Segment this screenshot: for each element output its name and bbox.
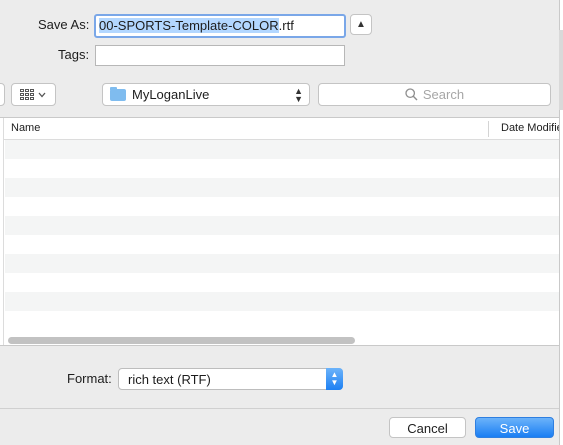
filename-selected-text: 00-SPORTS-Template-COLOR [99,18,279,33]
collapse-button[interactable]: ▲ [350,14,372,35]
footer-divider [0,408,559,409]
sidebar-toggle-button[interactable] [0,83,5,106]
sidebar-edge [0,118,4,345]
horizontal-scrollbar[interactable] [8,337,355,344]
list-header: Name Date Modified [0,118,559,140]
location-popup[interactable]: MyLoganLive ▲ ▼ [102,83,310,106]
list-row[interactable] [5,235,559,254]
location-label: MyLoganLive [132,87,210,102]
save-button[interactable]: Save [475,417,554,438]
format-selected: rich text (RTF) [128,372,211,387]
list-row[interactable] [5,292,559,311]
list-row[interactable] [5,159,559,178]
format-label: Format: [67,371,112,386]
tags-field[interactable] [95,45,345,66]
list-row[interactable] [5,178,559,197]
cancel-button[interactable]: Cancel [389,417,466,438]
filename-extension: .rtf [278,18,294,33]
filename-field[interactable]: 00-SPORTS-Template-COLOR.rtf [94,14,346,38]
list-row[interactable] [5,254,559,273]
list-row[interactable] [5,216,559,235]
search-placeholder: Search [422,87,465,102]
column-header-date-modified[interactable]: Date Modified [501,122,559,134]
chevron-up-icon: ▲ [356,19,366,30]
folder-icon [110,86,126,101]
view-mode-button[interactable] [11,83,56,106]
list-row[interactable] [5,273,559,292]
search-field[interactable]: Search [318,83,551,106]
file-list[interactable]: Name Date Modified [0,117,559,346]
save-as-label: Save As: [38,17,90,32]
up-down-arrows-icon: ▲ ▼ [326,368,343,390]
column-divider[interactable] [488,121,489,137]
tags-label: Tags: [58,47,90,62]
up-down-arrows-icon: ▲ ▼ [294,86,303,104]
column-header-name[interactable]: Name [11,122,40,134]
chevron-down-icon [38,92,46,97]
grid-icon [20,89,34,100]
format-popup[interactable]: rich text (RTF) ▲ ▼ [118,368,343,390]
list-row[interactable] [5,197,559,216]
search-icon [405,88,418,101]
list-row[interactable] [5,140,559,159]
window-edge-shadow [559,30,563,110]
list-row[interactable] [5,311,559,330]
